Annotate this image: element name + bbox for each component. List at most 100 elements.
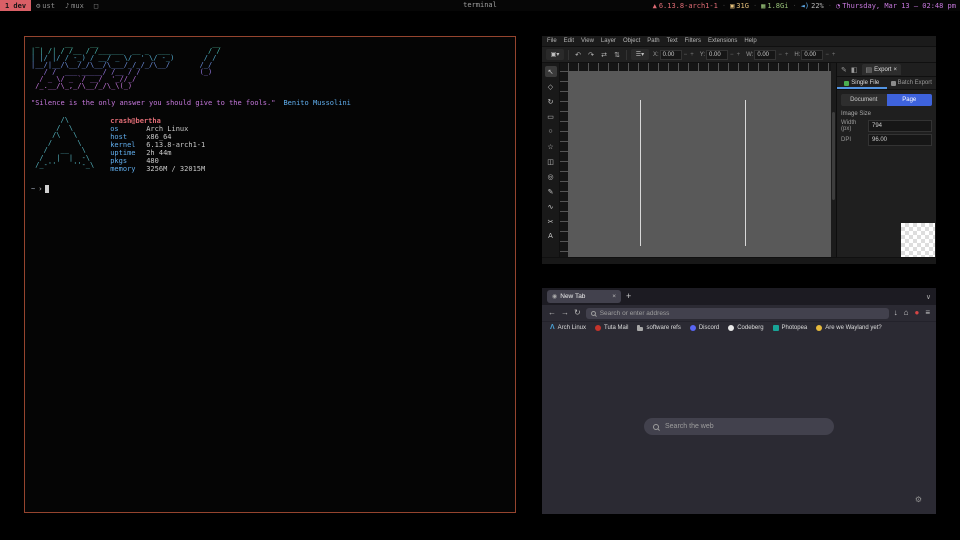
kernel-module-text: 6.13.8-arch1-1 xyxy=(659,2,718,10)
coord-input[interactable]: 0.00 xyxy=(801,50,823,60)
browser-tab-new-tab[interactable]: ◉ New Tab × xyxy=(547,290,621,303)
ellipse-tool[interactable]: ○ xyxy=(545,126,557,137)
menu-help[interactable]: Help xyxy=(744,38,756,44)
module-separator: · xyxy=(828,2,832,10)
bookmark-favicon-square xyxy=(773,325,779,331)
box-3d-tool[interactable]: ◫ xyxy=(545,156,557,167)
fetch-info: crash@bertha osArch Linuxhostx86_64kerne… xyxy=(110,117,205,173)
layers-dialog-icon[interactable]: ◧ xyxy=(851,66,858,74)
workspace-tag-4[interactable]: □ xyxy=(89,0,103,11)
docked-dialog-icons: ✎◧ xyxy=(841,66,858,74)
export-tab-close-icon[interactable]: × xyxy=(893,67,897,73)
bookmark-item[interactable]: Codeberg xyxy=(728,325,763,331)
text-tool[interactable]: A xyxy=(545,231,557,242)
document-button[interactable]: Document xyxy=(841,94,887,106)
rectangle-tool[interactable]: ▭ xyxy=(545,111,557,122)
rotate-ccw-icon[interactable]: ↶ xyxy=(573,51,583,59)
drawing-canvas[interactable] xyxy=(568,71,831,258)
workspace-tag-3[interactable]: ♪mux xyxy=(60,0,89,11)
menu-object[interactable]: Object xyxy=(623,38,640,44)
clock-module: ◔Thursday, Mar 13 — 02:48 pm xyxy=(836,2,956,10)
menu-view[interactable]: View xyxy=(581,38,594,44)
new-tab-page: Search the web ⚙ xyxy=(542,333,936,514)
menu-edit[interactable]: Edit xyxy=(564,38,574,44)
shape-builder-tool[interactable]: ↻ xyxy=(545,96,557,107)
reload-button[interactable]: ↻ xyxy=(574,309,581,317)
bookmark-item[interactable]: Are we Wayland yet? xyxy=(816,325,881,331)
node-tool[interactable]: ◇ xyxy=(545,81,557,92)
coord-input[interactable]: 0.00 xyxy=(706,50,728,60)
forward-button[interactable]: → xyxy=(561,309,569,317)
dpi-input[interactable]: 96.00 xyxy=(868,134,932,146)
personalize-gear-icon[interactable]: ⚙ xyxy=(915,495,922,504)
star-tool[interactable]: ☆ xyxy=(545,141,557,152)
bookmark-label: software refs xyxy=(646,325,680,331)
downloads-button[interactable]: ↓ xyxy=(894,309,898,317)
menu-filters[interactable]: Filters xyxy=(685,38,701,44)
stepper-minus[interactable]: − xyxy=(729,52,735,58)
web-search-box[interactable]: Search the web xyxy=(644,418,834,435)
bookmark-item[interactable]: Photopea xyxy=(773,325,808,331)
bookmark-favicon-dot xyxy=(816,325,822,331)
terminal-window[interactable]: _ __ __ __| | /| / /__ / /______ __ _ __… xyxy=(24,36,516,513)
search-icon xyxy=(591,311,596,316)
fill-stroke-dialog-icon[interactable]: ✎ xyxy=(841,66,847,74)
fetch-rows: osArch Linuxhostx86_64kernel6.13.8-arch1… xyxy=(110,125,205,173)
rotate-cw-icon[interactable]: ↷ xyxy=(586,51,596,59)
tab-batch-export[interactable]: Batch Export xyxy=(887,77,937,89)
stepper-minus[interactable]: − xyxy=(683,52,689,58)
coord-label: H: xyxy=(794,52,800,58)
single-file-icon xyxy=(844,81,849,86)
calligraphy-tool[interactable]: ✂ xyxy=(545,216,557,227)
list-all-tabs-chevron-icon[interactable]: ∨ xyxy=(926,293,931,301)
stepper-plus[interactable]: + xyxy=(831,52,837,58)
tab-close-icon[interactable]: × xyxy=(612,293,616,300)
url-bar[interactable]: Search or enter address xyxy=(586,308,889,319)
inkscape-window[interactable]: File Edit View Layer Object Path Text Filters Ex… xyxy=(542,36,936,264)
menu-button[interactable]: ≡ xyxy=(925,309,930,317)
coord-input[interactable]: 0.00 xyxy=(660,50,682,60)
pen-tool[interactable]: ∿ xyxy=(545,201,557,212)
stepper-minus[interactable]: − xyxy=(777,52,783,58)
menu-extensions[interactable]: Extensions xyxy=(708,38,737,44)
volume-module-text: 22% xyxy=(811,2,824,10)
stepper-plus[interactable]: + xyxy=(736,52,742,58)
coord-field-w: W:0.00−+ xyxy=(746,50,789,60)
menu-path[interactable]: Path xyxy=(647,38,659,44)
tab-single-file[interactable]: Single File xyxy=(837,77,887,89)
menu-file[interactable]: File xyxy=(547,38,557,44)
flip-horizontal-icon[interactable]: ⇄ xyxy=(599,51,609,59)
width-input[interactable]: 794 xyxy=(868,120,932,132)
disk-module: ▣31G xyxy=(730,2,749,10)
new-tab-button[interactable]: + xyxy=(626,292,631,301)
stepper-plus[interactable]: + xyxy=(689,52,695,58)
export-dialog-tab[interactable]: ▤ Export × xyxy=(862,64,901,75)
back-button[interactable]: ← xyxy=(548,309,556,317)
selection-mode-dropdown[interactable]: ▣▾ xyxy=(546,49,564,60)
shell-prompt[interactable]: ~ › xyxy=(31,185,509,193)
home-button[interactable]: ⌂ xyxy=(904,309,909,317)
align-dropdown[interactable]: ☰▾ xyxy=(631,49,649,60)
pencil-tool[interactable]: ✎ xyxy=(545,186,557,197)
coord-input[interactable]: 0.00 xyxy=(754,50,776,60)
bookmark-item[interactable]: Tuta Mail xyxy=(595,325,628,331)
stepper-plus[interactable]: + xyxy=(784,52,790,58)
workspace-tag-1[interactable]: 1 dev xyxy=(0,0,31,11)
page-button[interactable]: Page xyxy=(887,94,933,106)
workspace-tag-2[interactable]: ⚙ust xyxy=(31,0,60,11)
spiral-tool[interactable]: ◎ xyxy=(545,171,557,182)
kernel-module-icon: ▲ xyxy=(653,2,657,10)
browser-window[interactable]: ◉ New Tab × + ∨ ← → ↻ Search or enter ad… xyxy=(542,288,936,514)
extension-icon[interactable]: ● xyxy=(914,309,919,317)
bookmark-item[interactable]: ΛArch Linux xyxy=(550,325,586,331)
scrollbar-thumb[interactable] xyxy=(832,112,835,200)
ruler-corner xyxy=(560,63,568,71)
menu-layer[interactable]: Layer xyxy=(601,38,616,44)
selector-tool[interactable]: ↖ xyxy=(545,66,557,77)
flip-vertical-icon[interactable]: ⇅ xyxy=(612,51,622,59)
bookmark-item[interactable]: Discord xyxy=(690,325,719,331)
menu-text[interactable]: Text xyxy=(667,38,678,44)
fetch-label: os xyxy=(110,125,146,133)
stepper-minus[interactable]: − xyxy=(824,52,830,58)
bookmark-item[interactable]: software refs xyxy=(637,325,680,331)
